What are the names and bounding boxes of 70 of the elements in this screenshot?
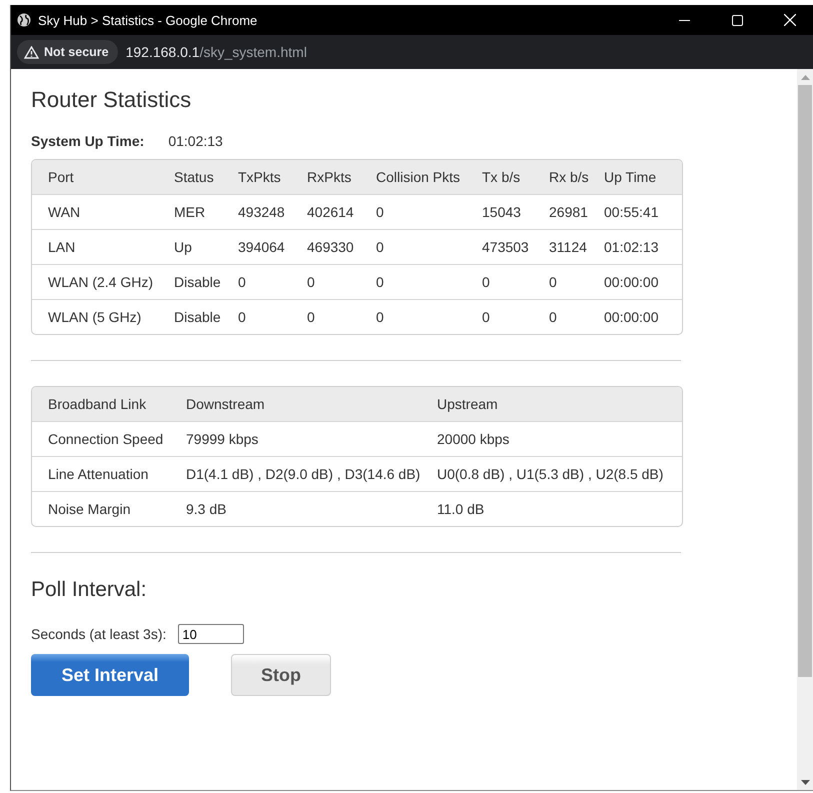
seconds-field[interactable]: 10 bbox=[178, 624, 244, 644]
table-cell-text: 9.3 dB bbox=[186, 501, 228, 517]
table-cell-text: MER bbox=[174, 204, 206, 220]
column-header: Up Time bbox=[604, 169, 658, 185]
table-cell-text: 15043 bbox=[482, 204, 522, 220]
uptime-label: System Up Time: bbox=[31, 133, 144, 149]
column-header: Rx b/s bbox=[549, 169, 590, 185]
table-cell-text: U0(0.8 dB) , U1(5.3 dB) , U2(8.5 dB) bbox=[437, 466, 664, 482]
table-cell-text: LAN bbox=[48, 239, 76, 255]
url-text[interactable]: 192.168.0.1/sky_system.html bbox=[126, 44, 307, 60]
table-cell-text: Disable bbox=[174, 274, 222, 290]
column-header: Upstream bbox=[437, 396, 499, 412]
window-title: Sky Hub > Statistics - Google Chrome bbox=[38, 12, 258, 28]
column-header: TxPkts bbox=[238, 169, 282, 185]
table-cell-text: 0 bbox=[482, 309, 491, 325]
table-cell-text: 0 bbox=[376, 239, 385, 255]
column-header: RxPkts bbox=[307, 169, 352, 185]
table-cell-text: Connection Speed bbox=[48, 431, 164, 447]
table-cell-text: 79999 kbps bbox=[186, 431, 260, 447]
table-cell-text: 01:02:13 bbox=[604, 239, 660, 255]
table-cell-text: 0 bbox=[376, 204, 385, 220]
table-cell-text: 31124 bbox=[549, 239, 588, 255]
set-interval-button[interactable]: Set Interval bbox=[31, 654, 189, 696]
table-cell-text: 0 bbox=[549, 309, 558, 325]
table-cell-text: Noise Margin bbox=[48, 501, 132, 517]
scrollbar[interactable] bbox=[797, 69, 813, 790]
table-cell-text: 00:00:00 bbox=[604, 274, 660, 290]
field-label: Seconds (at least 3s): bbox=[31, 626, 166, 642]
table-cell-text: 0 bbox=[549, 274, 558, 290]
section-heading: Poll Interval: bbox=[31, 578, 148, 602]
table-cell-text: 469330 bbox=[307, 239, 355, 255]
table-cell-text: 394064 bbox=[238, 239, 286, 255]
column-header: Downstream bbox=[186, 396, 266, 412]
stop-button[interactable]: Stop bbox=[231, 654, 331, 696]
table-cell-text: 0 bbox=[238, 309, 247, 325]
scrollbar-thumb[interactable] bbox=[798, 85, 812, 677]
page-title: Router Statistics bbox=[31, 87, 192, 113]
table-cell-text: 0 bbox=[376, 309, 385, 325]
column-header: Port bbox=[48, 169, 75, 185]
table-cell-text: 0 bbox=[307, 274, 316, 290]
table-cell-text: 00:55:41 bbox=[604, 204, 660, 220]
close-icon[interactable] bbox=[784, 14, 796, 26]
security-chip[interactable]: Not secure bbox=[17, 40, 118, 64]
table-cell-text: 20000 kbps bbox=[437, 431, 510, 447]
table-cell-text: D1(4.1 dB) , D2(9.0 dB) , D3(14.6 dB) bbox=[186, 466, 422, 482]
table-cell-text: 0 bbox=[376, 274, 385, 290]
table-cell-text: 00:00:00 bbox=[604, 309, 660, 325]
scroll-down-icon[interactable] bbox=[800, 780, 810, 784]
column-header: Status bbox=[174, 169, 215, 185]
column-header: Broadband Link bbox=[48, 396, 148, 412]
globe-icon bbox=[17, 13, 31, 27]
table-cell-text: 0 bbox=[307, 309, 316, 325]
table-cell-text: 0 bbox=[482, 274, 491, 290]
table-cell-text: 402614 bbox=[307, 204, 355, 220]
table-cell-text: 493248 bbox=[238, 204, 286, 220]
table-cell-text: Line Attenuation bbox=[48, 466, 150, 482]
table-cell-text: WLAN (5 GHz) bbox=[48, 309, 142, 325]
maximize-icon[interactable] bbox=[732, 14, 742, 26]
table-cell-text: WLAN (2.4 GHz) bbox=[48, 274, 154, 290]
table-cell-text: 11.0 dB bbox=[437, 501, 486, 517]
table-cell-text: 473503 bbox=[482, 239, 530, 255]
uptime-value: 01:02:13 bbox=[168, 133, 223, 149]
table-cell-text: 0 bbox=[238, 274, 247, 290]
column-header: Collision Pkts bbox=[376, 169, 462, 185]
table-cell-text: WAN bbox=[48, 204, 82, 220]
table-cell-text: Disable bbox=[174, 309, 222, 325]
column-header: Tx b/s bbox=[482, 169, 522, 185]
table-cell-text: 26981 bbox=[549, 204, 589, 220]
table-cell-text: Up bbox=[174, 239, 193, 255]
warning-icon bbox=[24, 46, 39, 58]
